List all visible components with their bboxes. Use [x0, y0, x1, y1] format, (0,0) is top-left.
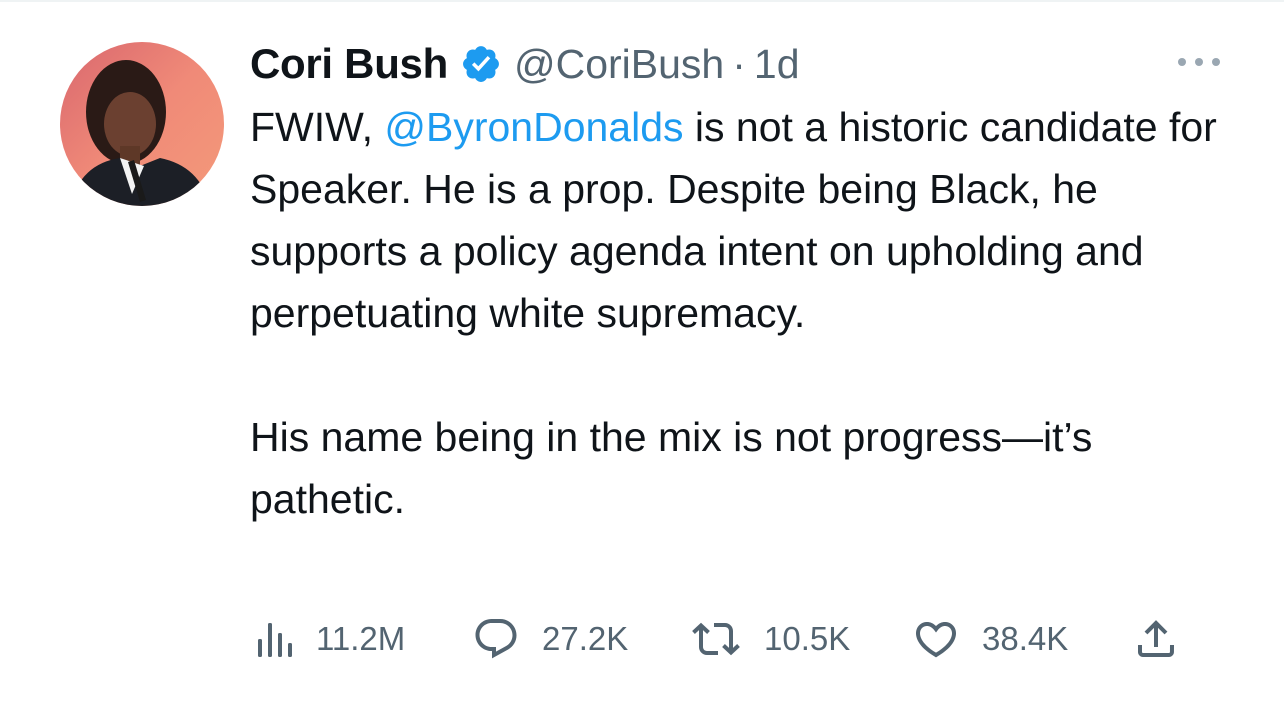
more-dot: [1178, 58, 1186, 66]
retweet-count: 10.5K: [764, 620, 851, 657]
views-icon: [258, 623, 292, 657]
tweet-content: Cori Bush @CoriBush · 1d FWIW, @ByronDon…: [250, 36, 1240, 530]
like-count: 38.4K: [982, 620, 1069, 657]
share-icon: [1138, 620, 1174, 657]
tweet-paragraph-2: His name being in the mix is not progres…: [250, 414, 1093, 522]
action-bar: 11.2M 27.2K 10.5K 38.4K: [250, 612, 1190, 666]
retweet-button[interactable]: 10.5K: [690, 612, 850, 666]
retweet-icon: [692, 622, 740, 656]
more-icon[interactable]: [1178, 52, 1220, 72]
tweet-paragraph-1: FWIW, @ByronDonalds is not a historic ca…: [250, 96, 1235, 344]
views-button[interactable]: 11.2M: [256, 612, 405, 666]
avatar[interactable]: [60, 42, 224, 206]
separator-dot: ·: [732, 40, 746, 87]
mention-link[interactable]: @ByronDonalds: [384, 104, 683, 150]
verified-badge-icon: [460, 43, 502, 85]
timestamp[interactable]: 1d: [754, 41, 800, 88]
like-icon: [915, 622, 957, 658]
display-name[interactable]: Cori Bush: [250, 40, 448, 88]
reply-icon: [475, 619, 517, 659]
tweet-header: Cori Bush @CoriBush · 1d: [250, 36, 1240, 92]
more-dot: [1195, 58, 1203, 66]
tweet[interactable]: Cori Bush @CoriBush · 1d FWIW, @ByronDon…: [0, 0, 1284, 702]
more-dot: [1212, 58, 1220, 66]
share-button[interactable]: [1132, 612, 1180, 666]
views-count: 11.2M: [316, 620, 406, 657]
like-button[interactable]: 38.4K: [912, 612, 1068, 666]
reply-button[interactable]: 27.2K: [472, 612, 628, 666]
tweet-text: FWIW, @ByronDonalds is not a historic ca…: [250, 96, 1235, 530]
handle[interactable]: @CoriBush: [514, 41, 724, 88]
avatar-image: [60, 42, 224, 206]
text-before-mention: FWIW,: [250, 104, 385, 150]
reply-count: 27.2K: [542, 620, 629, 657]
